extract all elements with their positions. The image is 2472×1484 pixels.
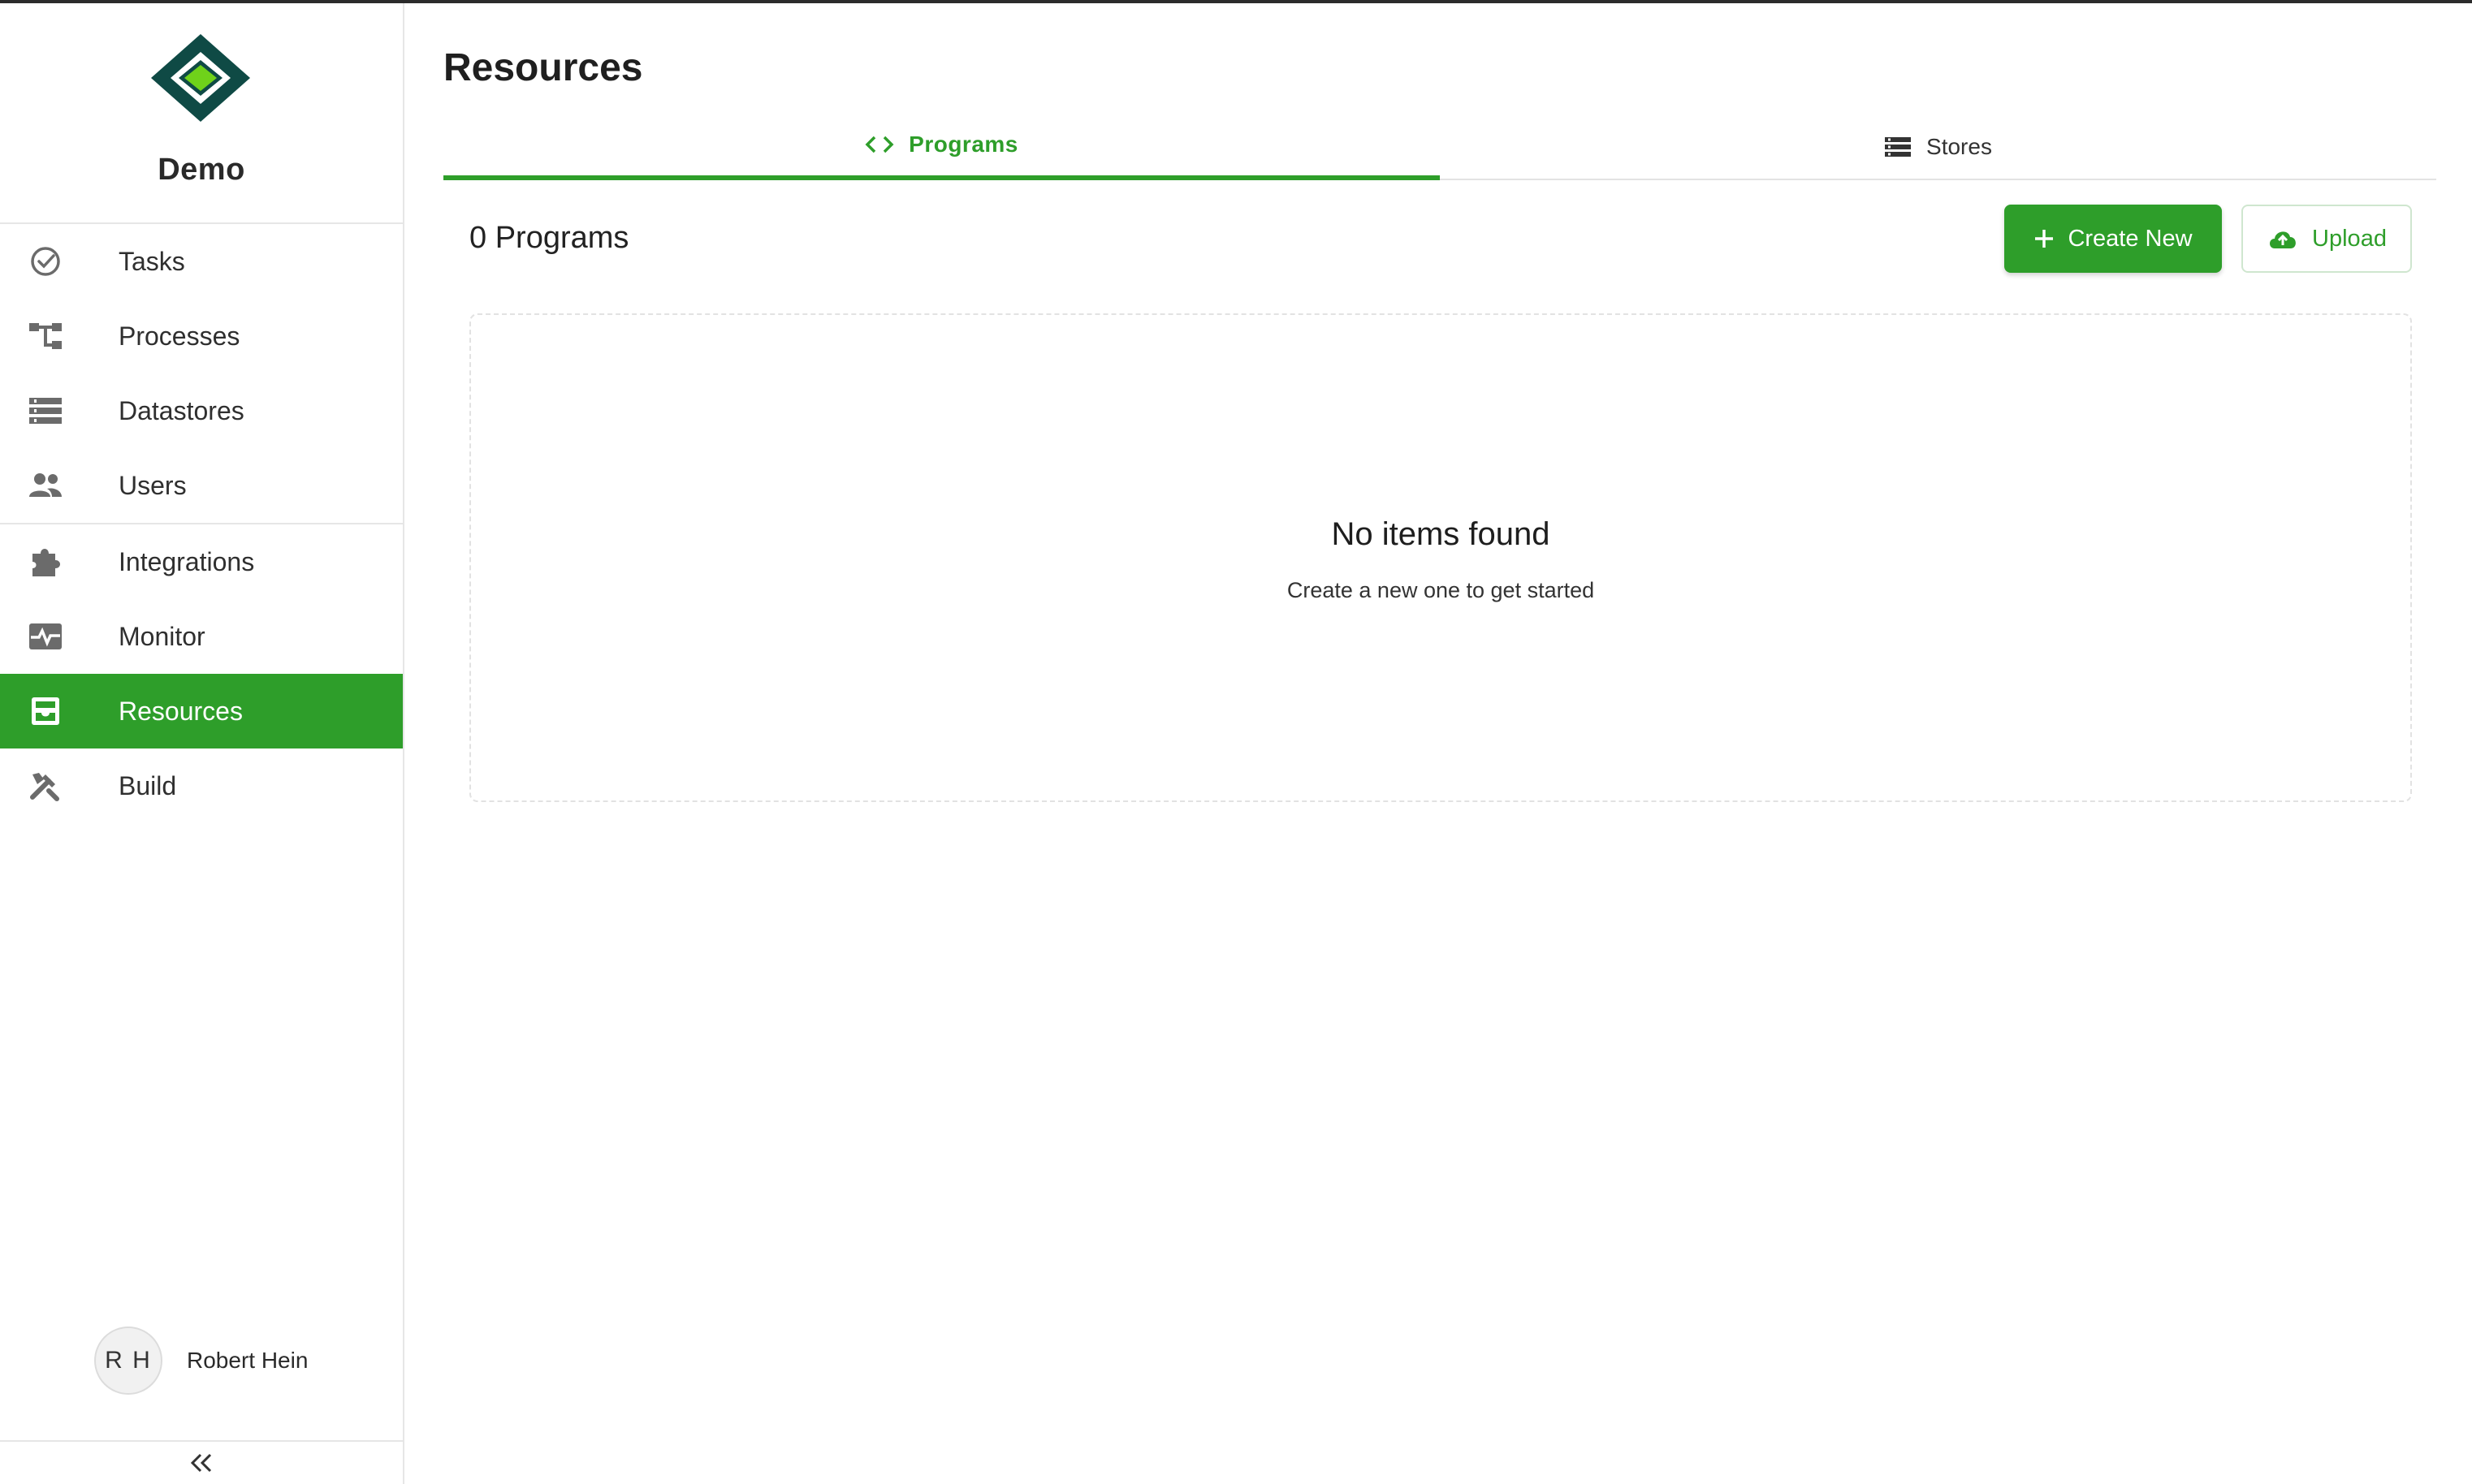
sidebar-item-users[interactable]: Users [0, 448, 403, 523]
tab-label: Programs [909, 132, 1018, 157]
hierarchy-icon [28, 320, 63, 352]
sidebar-item-resources[interactable]: Resources [0, 674, 403, 748]
upload-label: Upload [2312, 225, 2387, 252]
puzzle-icon [28, 546, 63, 578]
sidebar-item-build[interactable]: Build [0, 748, 403, 823]
sidebar-item-label: Resources [119, 696, 243, 726]
sidebar-item-datastores[interactable]: Datastores [0, 373, 403, 448]
user-name: Robert Hein [187, 1348, 309, 1373]
tools-icon [28, 770, 63, 802]
tab-label: Stores [1926, 134, 1992, 159]
monitor-icon [28, 620, 63, 653]
sidebar-item-tasks[interactable]: Tasks [0, 224, 403, 299]
double-chevron-left-icon [190, 1453, 212, 1473]
sidebar-item-monitor[interactable]: Monitor [0, 599, 403, 674]
cloud-upload-icon [2270, 231, 2296, 248]
page-title: Resources [443, 46, 643, 89]
avatar: R H [94, 1327, 162, 1395]
sidebar-item-label: Processes [119, 321, 240, 351]
sidebar: Demo Tasks Processes Datastores Users In… [0, 3, 404, 1484]
tab-programs[interactable]: Programs [443, 114, 1440, 180]
plus-icon [2035, 230, 2054, 248]
list-icon [28, 395, 63, 427]
empty-state-subtitle: Create a new one to get started [1286, 578, 1595, 602]
collapse-sidebar-button[interactable] [0, 1440, 403, 1484]
code-icon [865, 136, 894, 153]
sidebar-nav: Tasks Processes Datastores Users Integra… [0, 224, 403, 823]
programs-count: 0 Programs [469, 221, 629, 255]
list-icon [1885, 137, 1912, 157]
sidebar-item-label: Integrations [119, 546, 255, 576]
sidebar-item-label: Datastores [119, 395, 244, 425]
empty-state-title: No items found [1331, 516, 1550, 552]
brand-name: Demo [158, 153, 245, 187]
user-profile[interactable]: R H Robert Hein [94, 1327, 308, 1395]
create-new-button[interactable]: Create New [2004, 205, 2222, 273]
upload-button[interactable]: Upload [2241, 205, 2412, 273]
resource-tabs: Programs Stores [443, 114, 2436, 180]
sidebar-item-label: Monitor [119, 621, 205, 651]
sidebar-item-label: Users [119, 470, 187, 500]
create-new-label: Create New [2068, 225, 2193, 252]
sidebar-item-integrations[interactable]: Integrations [0, 524, 403, 599]
tab-stores[interactable]: Stores [1440, 114, 2436, 180]
sidebar-item-label: Tasks [119, 246, 185, 276]
inbox-icon [28, 695, 63, 727]
users-icon [28, 469, 63, 502]
empty-state-panel: No items found Create a new one to get s… [469, 313, 2412, 802]
sidebar-item-processes[interactable]: Processes [0, 299, 403, 373]
main-content: Resources Programs Stores 0 Programs Cre… [404, 3, 2472, 1484]
sidebar-item-label: Build [119, 770, 177, 800]
check-circle-icon [28, 245, 63, 278]
brand-header: Demo [0, 3, 403, 224]
logo-icon [151, 34, 250, 122]
